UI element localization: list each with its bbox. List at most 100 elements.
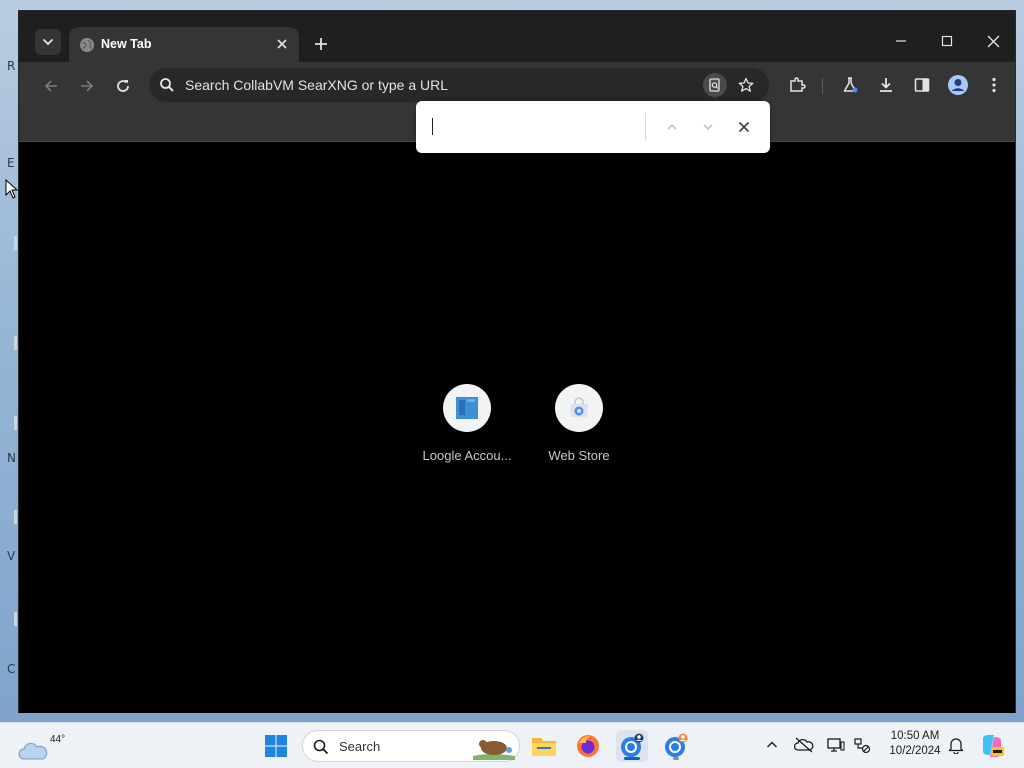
maximize-button[interactable]: [924, 26, 970, 56]
account-site-icon: [456, 397, 478, 419]
active-app-indicator: [624, 757, 640, 760]
desktop-icon-label: V: [7, 549, 16, 563]
clock-time: 10:50 AM: [890, 730, 940, 742]
desktop-icon-label: N: [7, 451, 16, 465]
tab-close-button[interactable]: [273, 35, 291, 53]
desktop-icon-label: E: [7, 156, 15, 170]
taskbar: 44° Search 10:50 AM 10/2/2024: [0, 722, 1024, 768]
labs-button[interactable]: [837, 72, 863, 98]
arrow-right-icon: [81, 80, 94, 92]
shortcut-tile[interactable]: Web Store: [524, 384, 634, 463]
display-button[interactable]: [826, 735, 846, 755]
copilot-button[interactable]: [976, 730, 1008, 762]
shortcut-icon-circle: [443, 384, 491, 432]
back-button[interactable]: [37, 72, 65, 100]
firefox-icon: [577, 735, 599, 757]
tab-title: New Tab: [101, 37, 152, 51]
downloads-button[interactable]: [873, 72, 899, 98]
star-icon: [738, 77, 754, 92]
reload-button[interactable]: [109, 72, 137, 100]
new-tab-page: Loogle Accou... Web Store: [19, 143, 1015, 713]
search-icon: [160, 78, 174, 92]
desktop-icon-edge: [14, 416, 17, 430]
desktop-icon-label: R: [7, 59, 16, 73]
chrome-button[interactable]: [616, 730, 648, 762]
tab-strip: New Tab: [19, 11, 1015, 62]
network-icon: [854, 738, 871, 754]
menu-button[interactable]: [981, 72, 1007, 98]
start-button[interactable]: [260, 730, 292, 762]
bookmark-button[interactable]: [735, 74, 757, 96]
shortcut-label: Loogle Accou...: [422, 448, 512, 463]
file-explorer-button[interactable]: [528, 730, 560, 762]
extensions-button[interactable]: [784, 72, 810, 98]
clock-date: 10/2/2024: [889, 745, 941, 757]
profile-button[interactable]: [945, 72, 971, 98]
tab-search-button[interactable]: [35, 29, 61, 55]
tab-new-tab[interactable]: New Tab: [69, 27, 299, 62]
shortcut-icon-circle: [555, 384, 603, 432]
address-bar[interactable]: Search CollabVM SearXNG or type a URL: [149, 68, 769, 102]
page-search-button[interactable]: [703, 73, 727, 97]
desktop-icon-edge: [14, 336, 17, 350]
avatar-icon: [948, 75, 968, 95]
close-window-button[interactable]: [970, 26, 1016, 56]
minimize-icon: [896, 40, 906, 42]
notifications-button[interactable]: [946, 735, 966, 755]
maximize-icon: [941, 35, 953, 47]
reload-icon: [117, 80, 129, 92]
chrome-icon: [621, 733, 644, 757]
cloud-off-icon: [794, 737, 814, 753]
taskbar-search-placeholder: Search: [339, 739, 381, 754]
chrome-profile-button[interactable]: [660, 730, 692, 762]
shortcut-tile[interactable]: Loogle Accou...: [412, 384, 522, 463]
close-icon: [738, 121, 750, 133]
shortcut-label: Web Store: [548, 448, 610, 463]
pointer-icon: [5, 179, 19, 199]
minimize-button[interactable]: [878, 26, 924, 56]
firefox-button[interactable]: [572, 730, 604, 762]
address-bar-placeholder: Search CollabVM SearXNG or type a URL: [185, 77, 448, 93]
chrome-profile-icon: [665, 733, 688, 757]
weather-widget[interactable]: 44°: [18, 729, 65, 763]
more-vert-icon: [992, 77, 996, 93]
arrow-left-icon: [44, 80, 57, 92]
weather-temperature: 44°: [50, 734, 66, 745]
close-icon: [987, 35, 999, 47]
bell-icon: [948, 738, 964, 754]
chevron-down-icon: [43, 39, 53, 46]
flask-icon: [843, 77, 858, 93]
network-button[interactable]: [852, 735, 872, 755]
puzzle-icon: [790, 77, 806, 92]
plus-icon: [315, 38, 327, 50]
desktop-icon-edge: [14, 612, 17, 626]
chevron-up-icon: [667, 123, 677, 130]
copilot-icon: [983, 735, 1004, 757]
side-panel-icon: [914, 78, 930, 92]
find-next-button[interactable]: [696, 115, 720, 139]
find-bar: [416, 101, 770, 153]
find-close-button[interactable]: [732, 115, 756, 139]
close-icon: [277, 39, 287, 49]
running-app-indicator: [673, 757, 679, 760]
find-previous-button[interactable]: [660, 115, 684, 139]
cloud-icon: [18, 742, 48, 760]
onedrive-button[interactable]: [794, 735, 814, 755]
find-separator: [645, 113, 646, 141]
web-store-icon: [570, 397, 588, 417]
toolbar-separator: [822, 78, 823, 94]
folder-icon: [532, 738, 556, 756]
side-panel-button[interactable]: [909, 72, 935, 98]
forward-button[interactable]: [73, 72, 101, 100]
monitor-icon: [827, 738, 845, 752]
taskbar-search[interactable]: Search: [302, 730, 520, 762]
chevron-down-icon: [703, 124, 713, 131]
windows-logo-icon: [265, 735, 287, 757]
search-page-icon: [709, 78, 720, 92]
new-tab-button[interactable]: [309, 32, 333, 56]
chevron-up-icon: [767, 741, 777, 748]
show-hidden-icons-button[interactable]: [762, 735, 782, 755]
system-clock[interactable]: 10:50 AM 10/2/2024: [880, 729, 950, 759]
desktop-icon-edge: [14, 236, 17, 250]
find-input[interactable]: [430, 115, 640, 139]
